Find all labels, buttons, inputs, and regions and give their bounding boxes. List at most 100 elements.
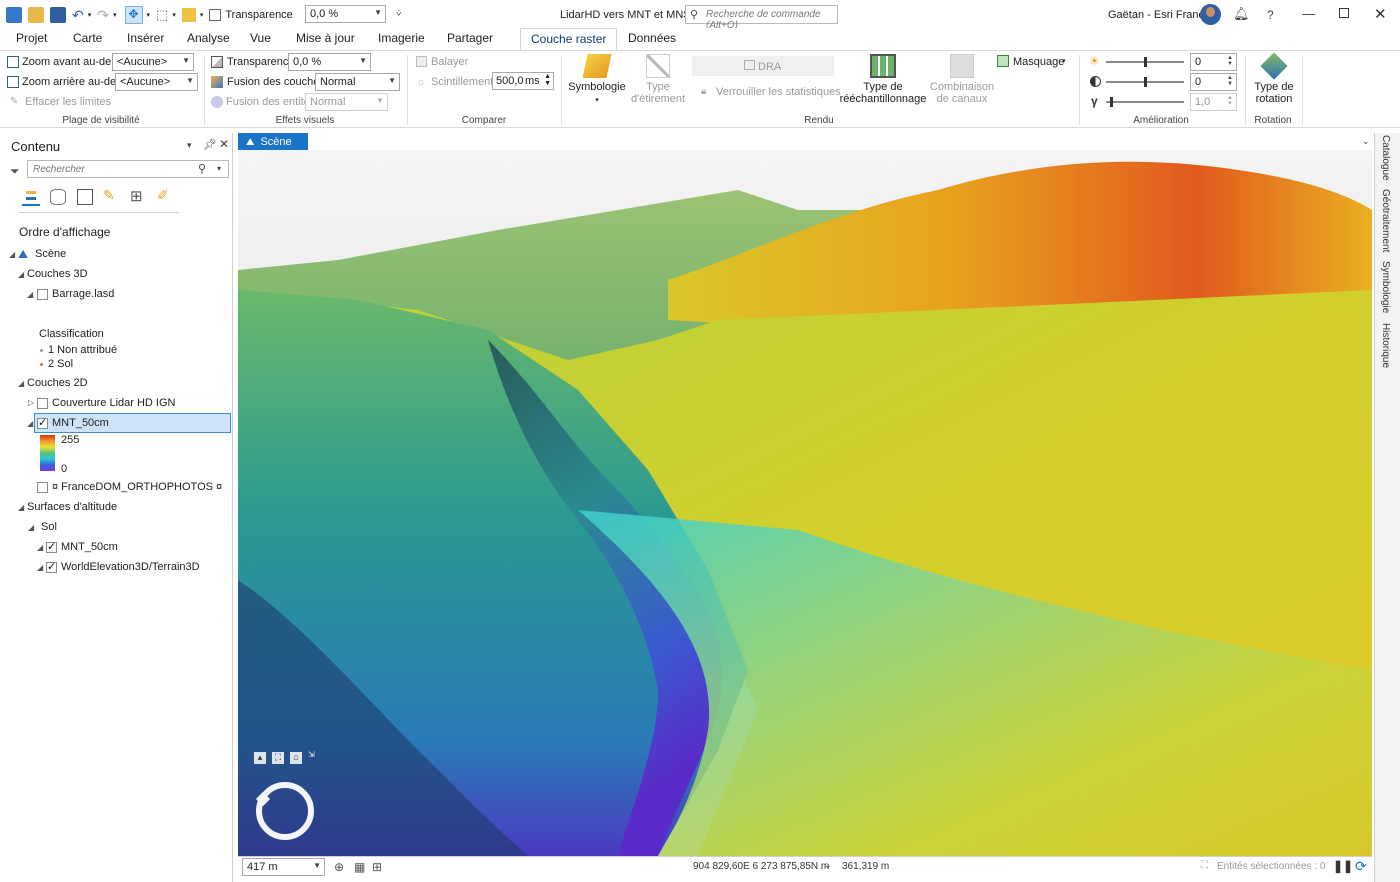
refresh-icon[interactable]: ⟳ [1355,858,1367,875]
elevation-color-ramp[interactable] [40,435,55,471]
tab-donnees[interactable]: Données [628,31,676,45]
tab-couche-raster[interactable]: Couche raster [520,28,618,50]
pause-drawing-icon[interactable]: ❚❚ [1333,859,1353,873]
collapse-arrow-icon[interactable]: ◢ [18,270,24,279]
zoom-out-beyond-select[interactable]: <Aucune> ▼ [115,73,198,91]
tree-3d-layers[interactable]: Couches 3D [27,268,88,280]
mask-button[interactable]: Masquage [1013,56,1064,68]
redo-dropdown-icon[interactable]: ▾ [113,11,117,19]
barrage-checkbox[interactable] [37,289,48,300]
tree-coverage[interactable]: Couverture Lidar HD IGN [52,397,176,409]
redo-icon[interactable]: ↷ [97,7,109,24]
resampling-type-button[interactable]: Type de rééchantillonnage [838,54,928,106]
tab-vue[interactable]: Vue [250,31,271,45]
add-data-icon[interactable] [181,8,196,22]
pin-icon[interactable]: 📌︎ [203,138,217,151]
qa-transparency-select[interactable]: 0,0 % ▼ [305,5,386,23]
collapse-arrow-icon[interactable]: ◢ [28,523,34,532]
list-by-data-source-icon[interactable] [50,189,66,205]
tab-analyse[interactable]: Analyse [187,31,230,45]
coverage-checkbox[interactable] [37,398,48,409]
open-icon[interactable] [28,7,44,23]
flicker-rate-input[interactable]: 500,0 ms ▲ ▼ [492,72,554,90]
navigator-compass[interactable] [255,782,314,840]
pane-close-icon[interactable]: ✕ [219,137,229,151]
francedom-checkbox[interactable] [37,482,48,493]
collapse-arrow-icon[interactable]: ◢ [18,503,24,512]
scene-layers-icon[interactable]: ⊕ [334,860,344,874]
undo-icon[interactable]: ↶ [72,7,84,24]
spinner-icon[interactable]: ▲ ▼ [544,73,551,87]
list-by-editing-icon[interactable]: ✎ [103,187,115,204]
pane-options-icon[interactable]: ▾ [187,140,192,151]
collapse-arrow-icon[interactable]: ◢ [27,290,33,299]
terrain-render[interactable] [238,150,1372,856]
nav-full-extent-icon[interactable]: ⛶ [272,752,284,764]
nav-up-icon[interactable]: ▴ [254,752,266,764]
stretch-type-button[interactable]: Type d'étirement [628,54,688,106]
coordinate-format-chevron-icon[interactable]: ⌄ [824,860,832,871]
zoom-in-beyond-select[interactable]: <Aucune> ▼ [112,53,194,71]
tab-carte[interactable]: Carte [73,31,102,45]
scale-select[interactable]: 417 m ▼ [242,858,325,876]
collapse-arrow-icon[interactable]: ◢ [37,563,43,572]
contents-search-input[interactable]: Rechercher ⚲ ▾ [27,160,229,178]
scene-map-view[interactable]: ▴ ⛶ ⌂ ⇲ [238,150,1372,856]
contrast-slider-thumb[interactable] [1144,77,1147,87]
tree-scene[interactable]: Scène [35,248,66,260]
filter-icon[interactable]: ⏷ [10,164,20,179]
save-icon[interactable] [50,7,66,23]
collapse-arrow-icon[interactable]: ◢ [27,419,33,428]
tab-imagerie[interactable]: Imagerie [378,31,425,45]
tree-mnt[interactable]: MNT_50cm [52,417,109,429]
add-data-dropdown-icon[interactable]: ▾ [200,11,204,19]
surface-terrain-checkbox[interactable] [46,560,57,573]
list-by-snapping-icon[interactable]: ⊞ [130,187,143,205]
view-list-chevron-icon[interactable]: ⌄ [1362,136,1370,147]
tab-inserer[interactable]: Insérer [127,31,164,45]
tab-partager[interactable]: Partager [447,31,493,45]
brightness-input[interactable]: 0 ▲ ▼ [1190,53,1237,71]
tree-barrage[interactable]: Barrage.lasd [52,288,114,300]
minimize-button[interactable]: — [1302,6,1315,21]
contrast-input[interactable]: 0 ▲ ▼ [1190,73,1237,91]
new-project-icon[interactable] [6,7,22,23]
collapse-arrow-icon[interactable]: ◢ [18,379,24,388]
feature-blend-select[interactable]: Normal ▼ [305,93,388,111]
tree-elevation-surfaces[interactable]: Surfaces d'altitude [27,501,117,513]
maximize-button[interactable] [1339,8,1349,18]
band-combination-button[interactable]: Combinaison de canaux [928,54,996,106]
gamma-input[interactable]: 1,0 ▲ ▼ [1190,93,1237,111]
command-search[interactable]: ⚲ Recherche de commande (Alt+Q) [685,5,838,31]
user-name[interactable]: Gaëtan - Esri France [1108,9,1210,21]
dock-tab-history[interactable]: Historique [1380,323,1391,368]
collapse-arrow-icon[interactable]: ◢ [37,543,43,552]
select-dropdown-icon[interactable]: ▾ [172,11,176,19]
tab-projet[interactable]: Projet [16,31,47,45]
snapping-icon[interactable]: ⊞ [372,860,382,874]
brightness-slider-thumb[interactable] [1144,57,1147,67]
dock-tab-catalogue[interactable]: Catalogue [1380,135,1391,181]
gamma-slider[interactable] [1106,101,1184,103]
grid-icon[interactable]: ▦ [354,860,365,874]
tab-mise-a-jour[interactable]: Mise à jour [296,31,355,45]
mnt-checkbox[interactable] [37,416,48,429]
notification-bell-icon[interactable]: 🔔︎ [1233,6,1250,22]
list-by-selection-icon[interactable] [77,189,93,205]
collapse-arrow-icon[interactable]: ◢ [9,250,15,259]
tree-surface-mnt[interactable]: MNT_50cm [61,541,118,553]
dock-tab-geoprocessing[interactable]: Géotraitement [1380,189,1391,252]
transparency-select[interactable]: 0,0 % ▼ [288,53,371,71]
tree-ground[interactable]: Sol [41,521,57,533]
symbology-button[interactable]: Symbologie ▾ [566,54,628,106]
rotation-type-button[interactable]: Type de rotation [1250,52,1298,106]
dra-button[interactable]: DRA [692,56,834,76]
customize-qa-icon[interactable]: ⩒ [396,8,401,19]
surface-mnt-checkbox[interactable] [46,540,57,553]
layer-blend-select[interactable]: Normal ▼ [315,73,400,91]
tree-2d-layers[interactable]: Couches 2D [27,377,88,389]
tree-surface-terrain[interactable]: WorldElevation3D/Terrain3D [61,561,200,573]
avatar[interactable] [1200,4,1221,25]
tree-francedom[interactable]: ¤ FranceDOM_ORTHOPHOTOS ¤ [52,481,222,493]
lock-statistics-button[interactable]: Verrouiller les statistiques [716,86,841,98]
